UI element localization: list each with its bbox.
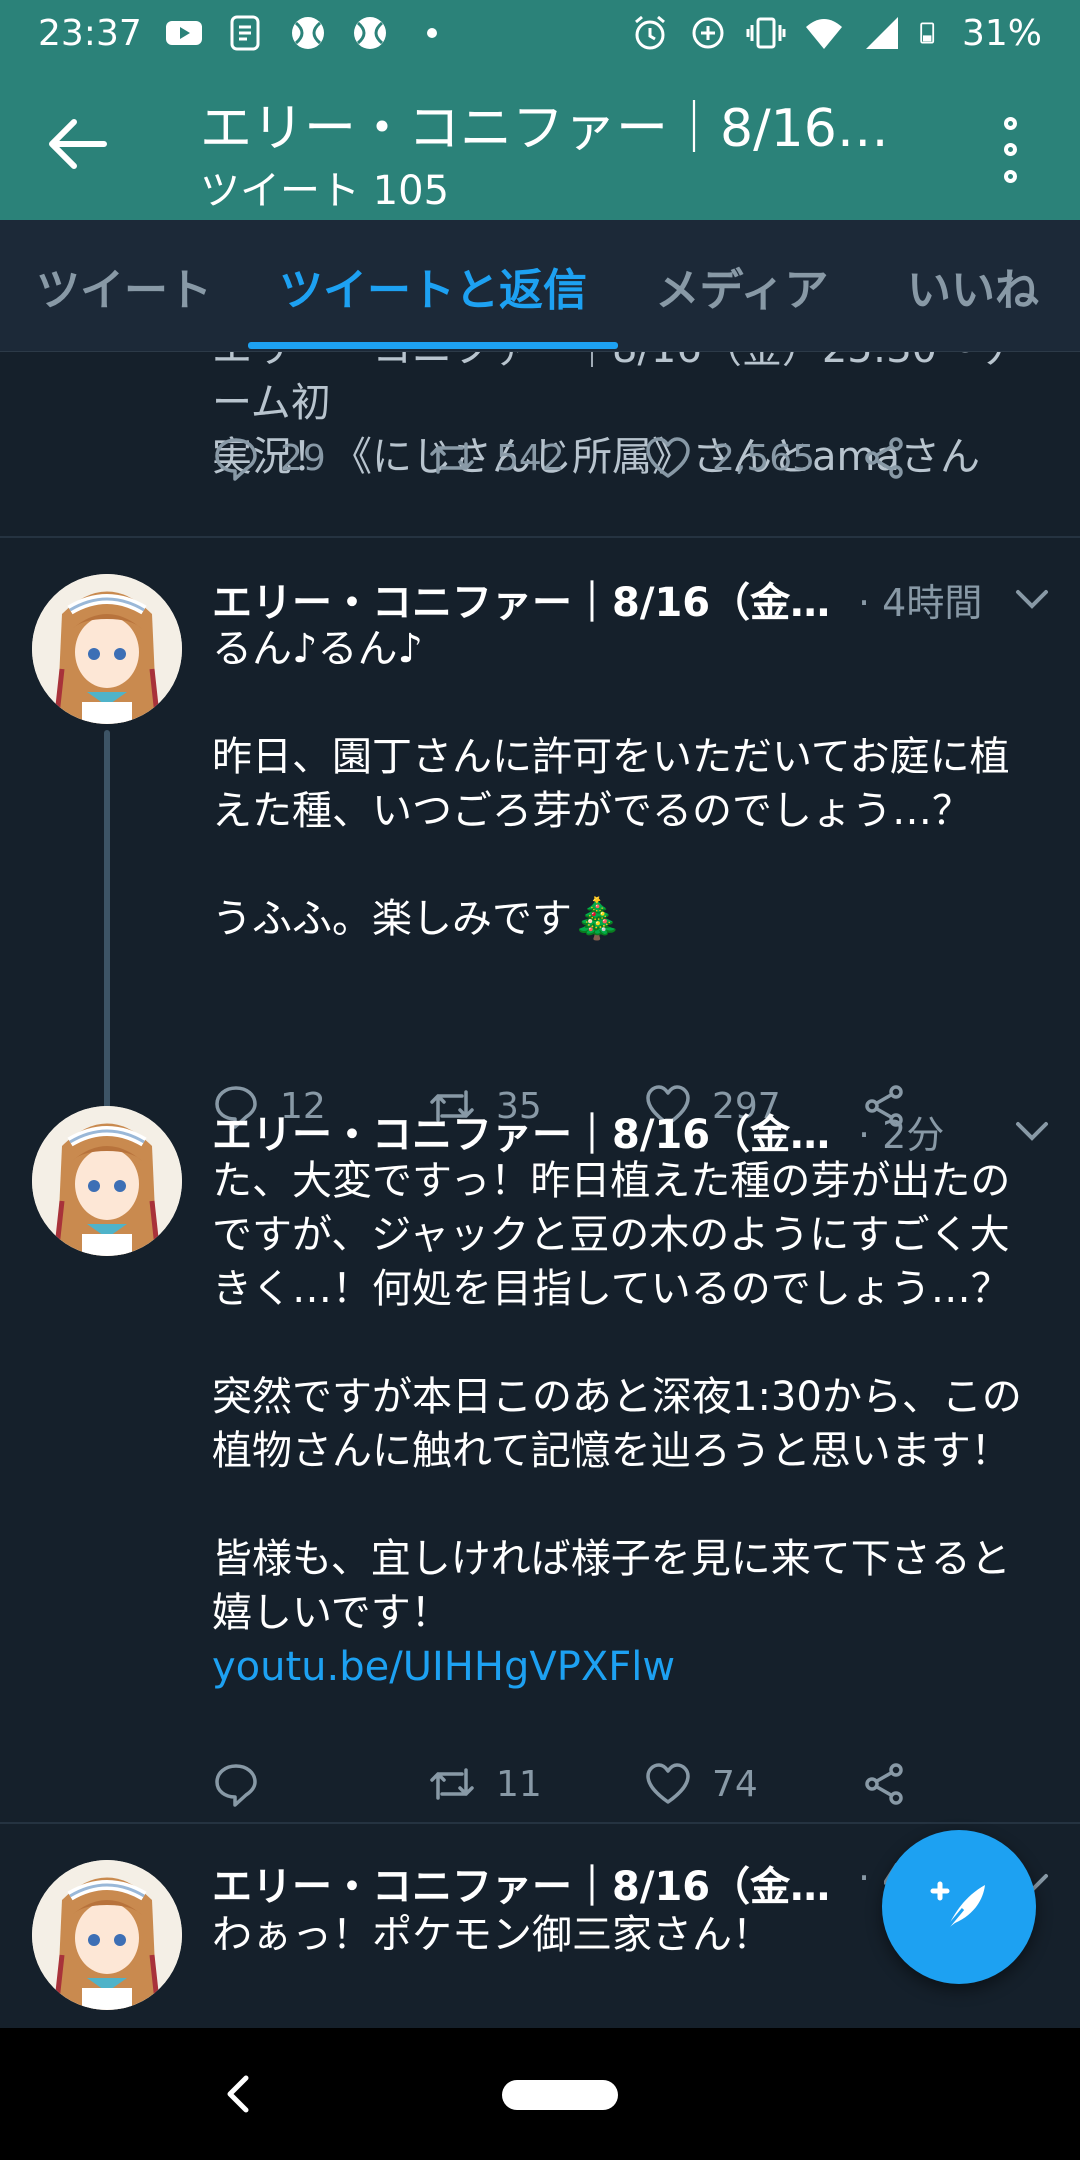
like-button[interactable]: 74 [644,1754,758,1814]
tab-media[interactable]: メディア [618,220,866,352]
system-navigation-bar [0,2028,1080,2160]
avatar-image [32,1106,182,1256]
avatar-image [32,574,182,724]
retweet-icon [430,1768,474,1800]
share-button[interactable] [860,428,908,488]
active-tab-indicator [248,342,618,349]
timeline[interactable]: エリー・コニファー｜8/16（金）25:30〜ゲーム初 実況！《にじさんじ所属》… [0,352,1080,2028]
like-count: 2,565 [712,437,816,479]
data-saver-icon [692,17,724,49]
share-icon [865,1763,903,1805]
compose-tweet-button[interactable] [882,1830,1036,1984]
tweet-author-name: エリー・コニファー｜8/16（金… [212,1864,831,1910]
screen: 23:37 31% エリー・コニファー｜8/16… ツイート 105 ツイート … [0,0,1080,2160]
status-bar: 23:37 31% [0,0,1080,66]
status-time: 23:37 [38,12,142,54]
alarm-icon [635,15,665,50]
tweet-item[interactable]: エリー・コニファー｜8/16（金）2… · 2分 た、大変ですっ！昨日植えた種の… [0,1072,1080,1824]
reply-icon [215,438,257,481]
tweet-actions: 29 542 2,565 [212,428,1032,488]
ball-icon [291,17,324,49]
youtube-icon [165,21,202,45]
tweet-link[interactable]: youtu.be/UIHHgVPXFlw [212,1640,1032,1694]
more-options-icon[interactable] [990,110,1030,190]
avatar[interactable] [32,1106,182,1256]
ball-icon [353,17,386,49]
retweet-button[interactable]: 542 [428,428,565,488]
tweet-timestamp: · 2分 [858,1113,945,1157]
profile-title: エリー・コニファー｜8/16… [200,99,889,159]
wifi-icon [805,19,842,49]
app-bar: エリー・コニファー｜8/16… ツイート 105 [0,66,1080,220]
tweet-item[interactable]: エリー・コニファー｜8/16（金… · 4時間 るん♪るん♪ 昨日、園丁さんに許… [0,538,1080,1158]
share-button[interactable] [860,1754,908,1814]
tab-likes[interactable]: いいね [866,220,1080,352]
heart-icon [646,437,690,478]
tweet-author-name: エリー・コニファー｜8/16（金）2… [212,1112,852,1158]
reply-button[interactable]: 29 [212,428,326,488]
tweet-text: るん♪るん♪ 昨日、園丁さんに許可をいただいてお庭に植 えた種、いつごろ芽がでる… [212,626,1010,942]
retweet-count: 11 [496,1763,542,1805]
home-pill-icon[interactable] [502,2080,618,2110]
nav-back-icon[interactable] [218,2072,258,2116]
profile-tabs: ツイート ツイートと返信 メディア いいね [0,220,1080,352]
like-count: 74 [712,1763,758,1805]
tweet-actions: 11 74 [212,1754,1032,1814]
vibrate-icon [746,17,786,49]
avatar[interactable] [32,1860,182,2010]
tab-tweets[interactable]: ツイート [0,220,248,352]
reply-button[interactable] [212,1754,280,1814]
reply-count: 29 [280,437,326,479]
like-button[interactable]: 2,565 [644,428,815,488]
retweet-icon [430,442,474,474]
share-icon [865,437,903,479]
reply-icon [215,1764,257,1807]
avatar-image [32,1860,182,2010]
chevron-down-icon[interactable] [1012,584,1052,614]
battery-icon [920,22,935,44]
back-arrow-icon[interactable] [42,114,114,174]
signal-icon [865,17,898,49]
dot-icon [426,28,437,38]
tab-tweets-and-replies[interactable]: ツイートと返信 [248,220,618,352]
chevron-down-icon[interactable] [1012,1116,1052,1146]
tweet-timestamp: · 4時間 [858,581,983,625]
tweet-author-name: エリー・コニファー｜8/16（金… [212,580,831,626]
app-icon [230,15,260,51]
tweet-text: た、大変ですっ！昨日植えた種の芽が出たの ですが、ジャックと豆の木のようにすごく… [212,1158,1022,1636]
retweet-count: 542 [496,437,565,479]
heart-icon [646,1763,690,1804]
battery-percent: 31% [961,12,1042,54]
compose-feather-icon [930,1881,985,1934]
tweet-count: ツイート 105 [200,168,450,214]
avatar[interactable] [32,574,182,724]
retweet-button[interactable]: 11 [428,1754,542,1814]
